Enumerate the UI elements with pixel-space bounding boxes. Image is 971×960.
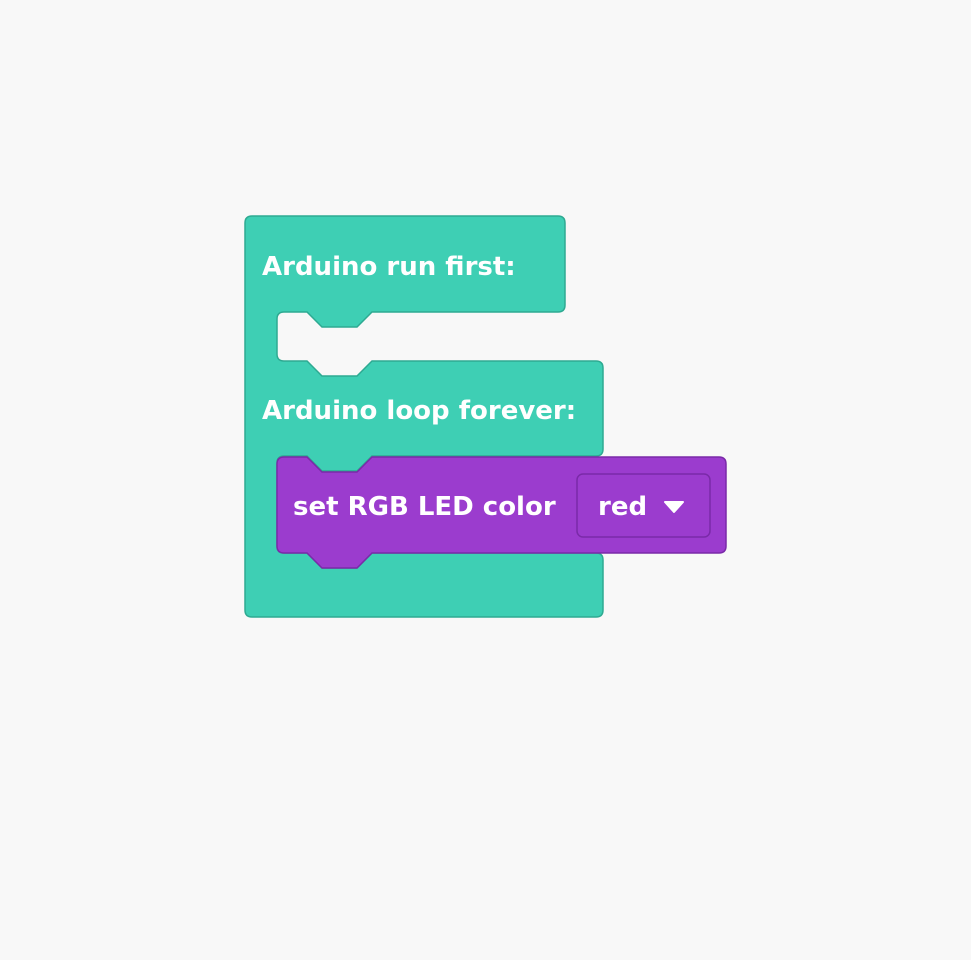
- color-dropdown-value: red: [598, 492, 647, 522]
- blockly-workspace[interactable]: Arduino run first: Arduino loop forever:…: [0, 0, 971, 960]
- arduino-run-block[interactable]: Arduino run first: Arduino loop forever:: [244, 215, 604, 618]
- arduino-loop-label: Arduino loop forever:: [262, 396, 576, 426]
- arduino-setup-label: Arduino run first:: [262, 252, 516, 282]
- workspace-canvas: Arduino run first: Arduino loop forever:…: [244, 215, 727, 618]
- set-rgb-led-color-block[interactable]: set RGB LED color red: [276, 456, 727, 569]
- color-dropdown[interactable]: red: [576, 473, 711, 538]
- set-rgb-led-color-label: set RGB LED color: [293, 492, 556, 522]
